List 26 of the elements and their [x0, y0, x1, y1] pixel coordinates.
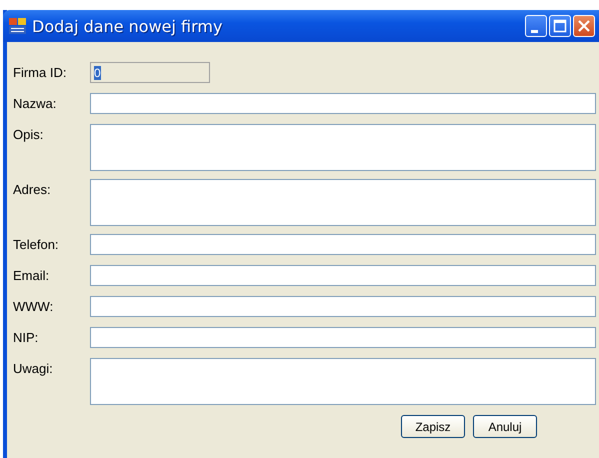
input-field[interactable]: [90, 234, 596, 255]
input-field[interactable]: [90, 296, 596, 317]
field-label: NIP:: [13, 330, 40, 345]
input-field[interactable]: [90, 93, 596, 114]
text-area[interactable]: [90, 124, 596, 171]
dialog-button[interactable]: Anuluj: [473, 415, 537, 438]
dialog-button[interactable]: Zapisz: [401, 415, 465, 438]
app-window-icon: [9, 18, 26, 34]
input-field[interactable]: [90, 327, 596, 348]
field-label: WWW:: [13, 299, 54, 314]
field-value: 0: [94, 66, 101, 80]
minimize-icon: [530, 30, 538, 32]
field-label: Nazwa:: [13, 96, 58, 111]
maximize-button[interactable]: [549, 15, 571, 37]
field-label: Telefon:: [13, 237, 60, 252]
field-label: Uwagi:: [13, 360, 54, 376]
text-area[interactable]: [90, 358, 596, 405]
field-label: Email:: [13, 268, 50, 283]
window-title: Dodaj dane nowej firmy: [32, 16, 222, 36]
minimize-button[interactable]: [525, 15, 547, 37]
field-label: Adres:: [13, 181, 52, 197]
close-button[interactable]: [573, 15, 595, 37]
text-area[interactable]: [90, 179, 596, 226]
input-field[interactable]: [90, 265, 596, 286]
field-label: Opis:: [13, 126, 44, 142]
field-label: Firma ID:: [13, 65, 68, 80]
